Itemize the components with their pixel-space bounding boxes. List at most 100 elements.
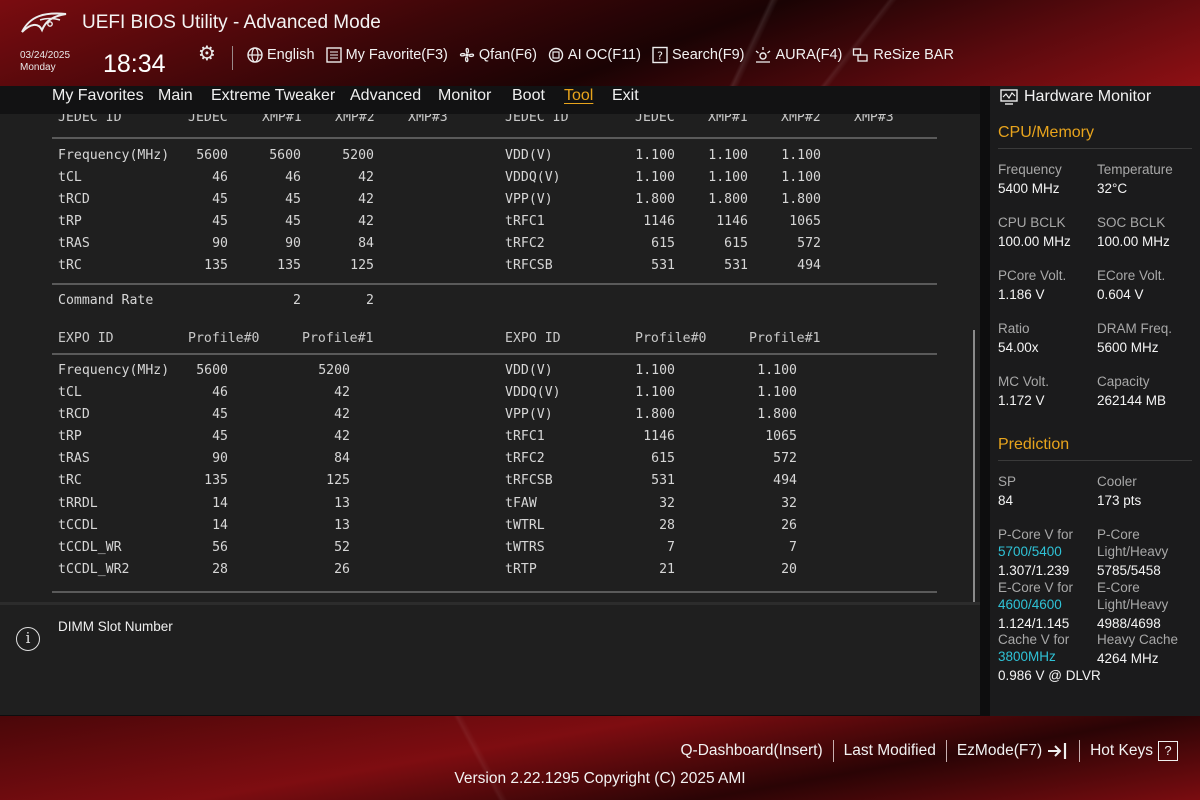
row-label: tRCD bbox=[58, 407, 90, 422]
content-scrollbar[interactable] bbox=[973, 330, 975, 602]
tab-tool[interactable]: Tool bbox=[564, 87, 593, 105]
tab-my-favorites[interactable]: My Favorites bbox=[52, 87, 144, 105]
capacity-value: 262144 MB bbox=[1097, 393, 1167, 408]
ecore-lh-sublabel: Light/Heavy bbox=[1097, 597, 1169, 612]
tab-monitor[interactable]: Monitor bbox=[438, 87, 491, 105]
row-label: tRFCSB bbox=[505, 473, 553, 488]
row-value: 42 bbox=[358, 192, 374, 207]
row-value: 1.100 bbox=[635, 363, 675, 378]
row-value: 1146 bbox=[643, 214, 675, 229]
footer-bar: Q-Dashboard(Insert) Last Modified EzMode… bbox=[0, 716, 1200, 800]
dram-freq-value: 5600 MHz bbox=[1097, 340, 1159, 355]
row-label: tRFC2 bbox=[505, 236, 545, 251]
sp-value: 84 bbox=[998, 493, 1014, 508]
row-value: 1.100 bbox=[757, 385, 797, 400]
resize-bar-button[interactable]: ReSize BAR bbox=[852, 46, 954, 64]
expo-header-profile1-right: Profile#1 bbox=[749, 331, 821, 346]
divider bbox=[52, 353, 937, 355]
frequency-label: Frequency bbox=[998, 162, 1062, 177]
divider bbox=[52, 137, 937, 139]
globe-icon bbox=[247, 47, 263, 63]
hardware-monitor-header[interactable]: Hardware Monitor bbox=[1000, 88, 1151, 106]
row-label: tRC bbox=[58, 258, 82, 273]
header-divider bbox=[232, 46, 233, 70]
exit-arrow-icon bbox=[1048, 743, 1067, 759]
pcore-lh-sublabel: Light/Heavy bbox=[1097, 544, 1169, 559]
search-help-icon: ? bbox=[652, 46, 668, 64]
row-value: 1.800 bbox=[635, 192, 675, 207]
row-value: 1065 bbox=[789, 214, 821, 229]
last-modified-button[interactable]: Last Modified bbox=[834, 742, 946, 760]
tab-main[interactable]: Main bbox=[158, 87, 193, 105]
clock[interactable]: 18:34 bbox=[103, 50, 166, 79]
row-value: 45 bbox=[285, 192, 301, 207]
row-value: 13 bbox=[334, 518, 350, 533]
expo-header-profile0: Profile#0 bbox=[188, 331, 260, 346]
tab-advanced[interactable]: Advanced bbox=[350, 87, 421, 105]
tab-exit[interactable]: Exit bbox=[612, 87, 639, 105]
row-label: tRAS bbox=[58, 451, 90, 466]
qfan-button[interactable]: Qfan(F6) bbox=[458, 46, 537, 64]
tab-extreme-tweaker[interactable]: Extreme Tweaker bbox=[211, 87, 335, 105]
q-dashboard-button[interactable]: Q-Dashboard(Insert) bbox=[670, 742, 832, 760]
row-value: 125 bbox=[350, 258, 374, 273]
footer-actions: Q-Dashboard(Insert) Last Modified EzMode… bbox=[670, 740, 1188, 762]
row-value: 125 bbox=[326, 473, 350, 488]
row-value: 1.100 bbox=[635, 148, 675, 163]
hot-keys-label: Hot Keys bbox=[1090, 742, 1153, 759]
info-icon: i bbox=[16, 627, 40, 651]
temperature-value: 32°C bbox=[1097, 181, 1128, 196]
monitor-icon bbox=[1000, 89, 1018, 105]
aura-light-icon bbox=[756, 47, 771, 63]
hardware-monitor-title: Hardware Monitor bbox=[1024, 88, 1152, 105]
my-favorite-button[interactable]: My Favorite(F3) bbox=[325, 46, 448, 64]
row-value: 90 bbox=[285, 236, 301, 251]
row-label: tCCDL_WR bbox=[58, 540, 122, 555]
row-value: 28 bbox=[212, 562, 228, 577]
pcore-v-value: 1.307/1.239 bbox=[998, 563, 1070, 578]
ezmode-button[interactable]: EzMode(F7) bbox=[947, 741, 1079, 761]
row-value: 1.800 bbox=[708, 192, 748, 207]
row-label: tRFC1 bbox=[505, 429, 545, 444]
jedec-header-jedec-right: JEDEC bbox=[635, 114, 675, 125]
aura-button[interactable]: AURA(F4) bbox=[754, 46, 842, 64]
row-label: tRTP bbox=[505, 562, 537, 577]
question-key-icon: ? bbox=[1158, 741, 1178, 761]
section-divider bbox=[998, 148, 1192, 149]
row-value: 1.100 bbox=[781, 148, 821, 163]
row-value: 14 bbox=[212, 496, 228, 511]
temperature-label: Temperature bbox=[1097, 162, 1173, 177]
jedec-header-xmp2-right: XMP#2 bbox=[781, 114, 821, 125]
row-label: tWTRL bbox=[505, 518, 545, 533]
row-value: 531 bbox=[651, 258, 675, 273]
row-value: 615 bbox=[651, 451, 675, 466]
pcore-volt-label: PCore Volt. bbox=[998, 268, 1067, 283]
row-value: 1.100 bbox=[635, 170, 675, 185]
spd-info-panel[interactable]: JEDEC ID JEDEC XMP#1 XMP#2 XMP#3 JEDEC I… bbox=[0, 114, 980, 602]
jedec-header-id-right: JEDEC ID bbox=[505, 114, 569, 125]
ai-oc-button[interactable]: AI OC(F11) bbox=[547, 46, 641, 64]
header-bar: UEFI BIOS Utility - Advanced Mode 03/24/… bbox=[0, 0, 1200, 86]
ai-oc-label: AI OC(F11) bbox=[567, 47, 641, 63]
command-rate-label: Command Rate bbox=[58, 293, 154, 308]
ecore-v-label: E-Core V for bbox=[998, 580, 1074, 595]
language-button[interactable]: English bbox=[246, 46, 315, 64]
settings-gear-icon[interactable]: ⚙ bbox=[198, 41, 216, 65]
row-value: 1.100 bbox=[708, 170, 748, 185]
ratio-label: Ratio bbox=[998, 321, 1030, 336]
row-label: tCCDL_WR2 bbox=[58, 562, 130, 577]
cpu-bclk-label: CPU BCLK bbox=[998, 215, 1066, 230]
row-value: 1.100 bbox=[635, 385, 675, 400]
row-label: VDD(V) bbox=[505, 148, 553, 163]
row-value: 32 bbox=[659, 496, 675, 511]
hot-keys-button[interactable]: Hot Keys ? bbox=[1080, 741, 1188, 761]
ecore-volt-value: 0.604 V bbox=[1097, 287, 1144, 302]
row-label: Frequency(MHz) bbox=[58, 148, 170, 163]
row-label: VDD(V) bbox=[505, 363, 553, 378]
tab-boot[interactable]: Boot bbox=[512, 87, 545, 105]
row-value: 1146 bbox=[716, 214, 748, 229]
row-label: tFAW bbox=[505, 496, 537, 511]
row-label: VDDQ(V) bbox=[505, 170, 561, 185]
search-button[interactable]: ? Search(F9) bbox=[651, 46, 744, 64]
row-label: tRAS bbox=[58, 236, 90, 251]
